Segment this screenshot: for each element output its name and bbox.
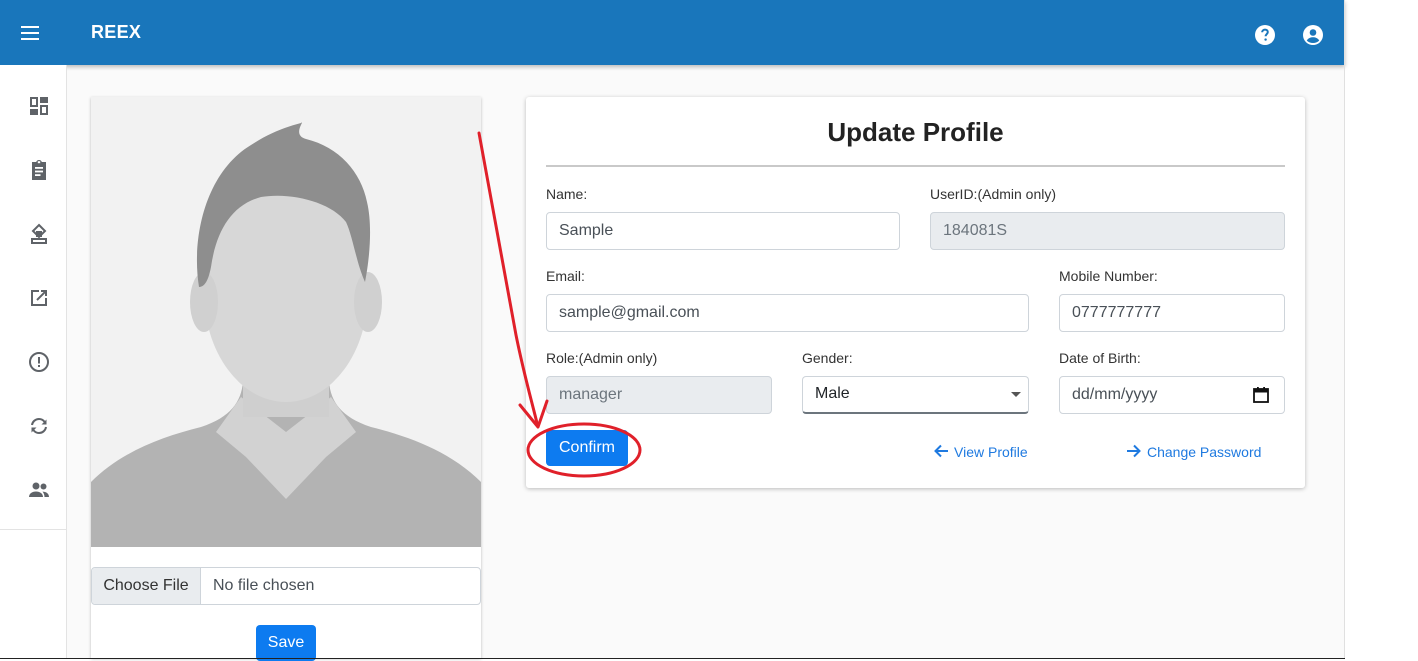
dob-label: Date of Birth: <box>1059 350 1141 366</box>
arrow-right-icon <box>1127 444 1141 458</box>
update-profile-card: Update Profile Name: Sample UserID:(Admi… <box>526 97 1305 488</box>
role-input: manager <box>546 376 772 414</box>
open-in-new-icon[interactable] <box>27 286 51 310</box>
top-app-bar: REEX <box>0 0 1345 65</box>
avatar-placeholder-image <box>91 97 481 547</box>
name-label: Name: <box>546 186 588 202</box>
arrow-left-icon <box>934 444 948 458</box>
approval-stamp-icon[interactable] <box>27 222 51 246</box>
assignment-icon[interactable] <box>27 158 51 182</box>
app-root: REEX Choose File No file chosen Save Upd… <box>0 0 1345 661</box>
avatar-silhouette <box>91 122 481 547</box>
dashboard-icon[interactable] <box>27 94 51 118</box>
app-right-edge <box>1344 0 1345 659</box>
hamburger-menu-icon[interactable] <box>18 20 44 46</box>
page-title: Update Profile <box>827 117 1004 147</box>
app-title: REEX <box>91 22 142 42</box>
sidebar-divider <box>0 529 66 530</box>
gender-select[interactable]: Male <box>802 376 1029 414</box>
mobile-input[interactable]: 0777777777 <box>1059 294 1285 332</box>
mobile-label: Mobile Number: <box>1059 268 1158 284</box>
people-icon[interactable] <box>27 478 51 502</box>
choose-file-button[interactable]: Choose File <box>92 568 201 604</box>
file-status-text: No file chosen <box>213 577 315 594</box>
profile-photo-card: Choose File No file chosen Save <box>91 97 481 661</box>
gender-label: Gender: <box>802 350 853 366</box>
calendar-icon[interactable] <box>1252 386 1270 404</box>
confirm-button[interactable]: Confirm <box>546 430 628 466</box>
view-profile-label: View Profile <box>954 444 1028 460</box>
title-divider <box>546 165 1285 167</box>
userid-input: 184081S <box>930 212 1285 250</box>
view-profile-link[interactable]: View Profile <box>932 442 1042 462</box>
alert-circle-icon[interactable] <box>27 350 51 374</box>
email-label: Email: <box>546 268 585 284</box>
dob-input[interactable]: dd/mm/yyyy <box>1059 376 1285 414</box>
photo-file-input[interactable]: Choose File No file chosen <box>91 567 481 605</box>
role-label: Role:(Admin only) <box>546 350 658 366</box>
chevron-down-icon <box>1011 392 1021 397</box>
sync-icon[interactable] <box>27 414 51 438</box>
help-circle-icon[interactable] <box>1253 23 1277 47</box>
save-photo-button[interactable]: Save <box>256 625 316 661</box>
sidebar-nav <box>0 65 67 658</box>
dob-placeholder: dd/mm/yyyy <box>1072 386 1158 403</box>
change-password-link[interactable]: Change Password <box>1125 442 1265 462</box>
userid-label: UserID:(Admin only) <box>930 186 1057 202</box>
change-password-label: Change Password <box>1147 444 1262 460</box>
name-input[interactable]: Sample <box>546 212 900 250</box>
email-input[interactable]: sample@gmail.com <box>546 294 1029 332</box>
account-circle-icon[interactable] <box>1301 23 1325 47</box>
gender-selected-value: Male <box>815 385 850 402</box>
